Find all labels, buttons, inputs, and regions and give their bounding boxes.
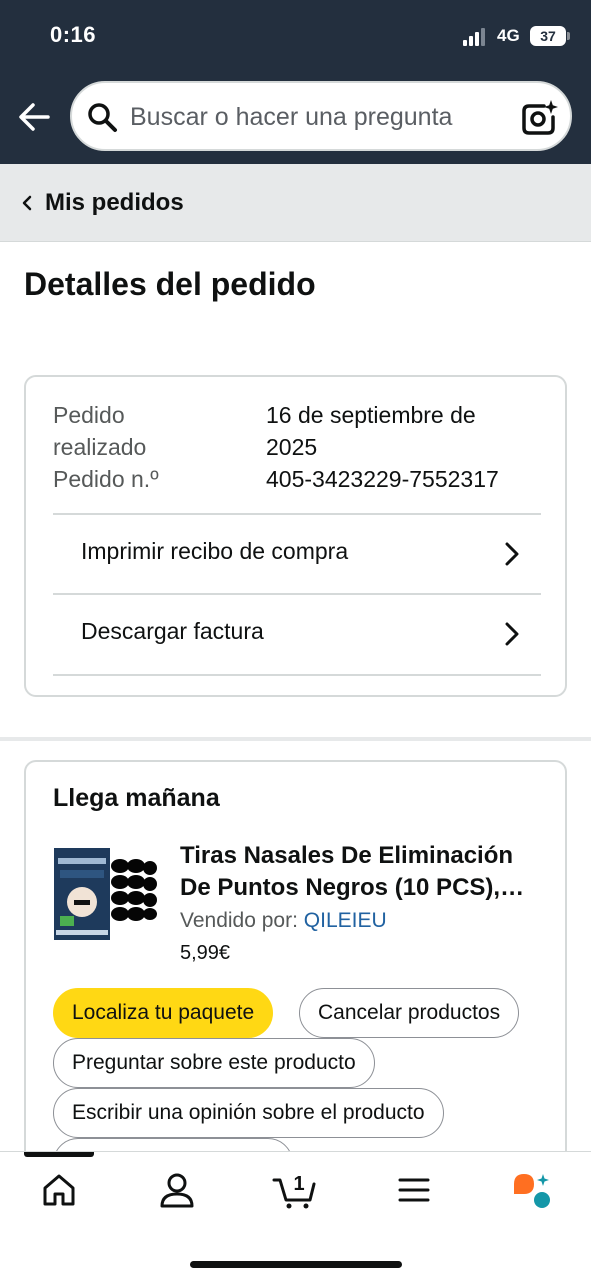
home-indicator[interactable]: [190, 1261, 402, 1268]
cancel-items-button[interactable]: Cancelar productos: [299, 988, 520, 1038]
sold-by-label: Vendido por:: [180, 909, 298, 932]
page-title: Detalles del pedido: [24, 266, 316, 302]
product-thumbnail[interactable]: [52, 844, 158, 942]
product-price: 5,99€: [180, 942, 231, 964]
delivery-status: Llega mañana: [53, 784, 220, 812]
cart-count: 1: [293, 1173, 304, 1195]
network-type: 4G: [497, 26, 520, 45]
search-icon: [88, 103, 117, 132]
order-date-value: 16 de septiembre de 2025: [266, 402, 476, 460]
sold-by: Vendido por: QILEIEU: [180, 909, 387, 933]
search-bar[interactable]: Buscar o hacer una pregunta: [70, 81, 572, 151]
battery-icon: 37: [530, 26, 570, 46]
ask-product-button[interactable]: Preguntar sobre este producto: [53, 1038, 375, 1088]
home-icon[interactable]: [39, 1170, 79, 1210]
menu-icon[interactable]: [394, 1170, 434, 1210]
print-receipt-link[interactable]: Imprimir recibo de compra: [53, 513, 541, 595]
back-arrow-icon[interactable]: [16, 98, 54, 136]
order-number-label: Pedido n.º: [53, 466, 159, 492]
delivery-card: Llega mañana Tiras Nasales De Eliminació…: [24, 760, 567, 1188]
camera-icon[interactable]: [520, 98, 558, 136]
divider: [53, 674, 541, 676]
order-info-card: Pedido realizado 16 de septiembre de 202…: [24, 375, 567, 697]
product-title[interactable]: Tiras Nasales De Eliminación De Puntos N…: [180, 840, 550, 904]
account-icon[interactable]: [157, 1170, 197, 1210]
app-header: 0:16 4G 37 Buscar o hacer una pregunta: [0, 0, 591, 164]
seller-link[interactable]: QILEIEU: [304, 909, 387, 932]
cart-icon[interactable]: 1: [272, 1170, 318, 1210]
bottom-nav: 1: [0, 1151, 591, 1280]
breadcrumb-label[interactable]: Mis pedidos: [45, 189, 184, 217]
breadcrumb[interactable]: Mis pedidos: [0, 164, 591, 242]
section-divider: [0, 737, 591, 741]
rufus-icon[interactable]: [512, 1170, 552, 1210]
active-tab-indicator: [24, 1152, 94, 1157]
order-date-label: Pedido realizado: [53, 402, 147, 460]
write-review-button[interactable]: Escribir una opinión sobre el producto: [53, 1088, 444, 1138]
status-time: 0:16: [50, 22, 97, 47]
search-input[interactable]: Buscar o hacer una pregunta: [130, 103, 452, 132]
download-invoice-label: Descargar factura: [81, 618, 264, 644]
print-receipt-label: Imprimir recibo de compra: [81, 538, 349, 564]
chevron-right-icon: [505, 622, 519, 646]
order-number-value: 405-3423229-7552317: [266, 466, 499, 492]
chevron-right-icon: [505, 542, 519, 566]
signal-icon: [463, 28, 489, 46]
track-package-button[interactable]: Localiza tu paquete: [53, 988, 274, 1038]
download-invoice-link[interactable]: Descargar factura: [53, 593, 541, 675]
chevron-left-icon: [22, 195, 32, 211]
